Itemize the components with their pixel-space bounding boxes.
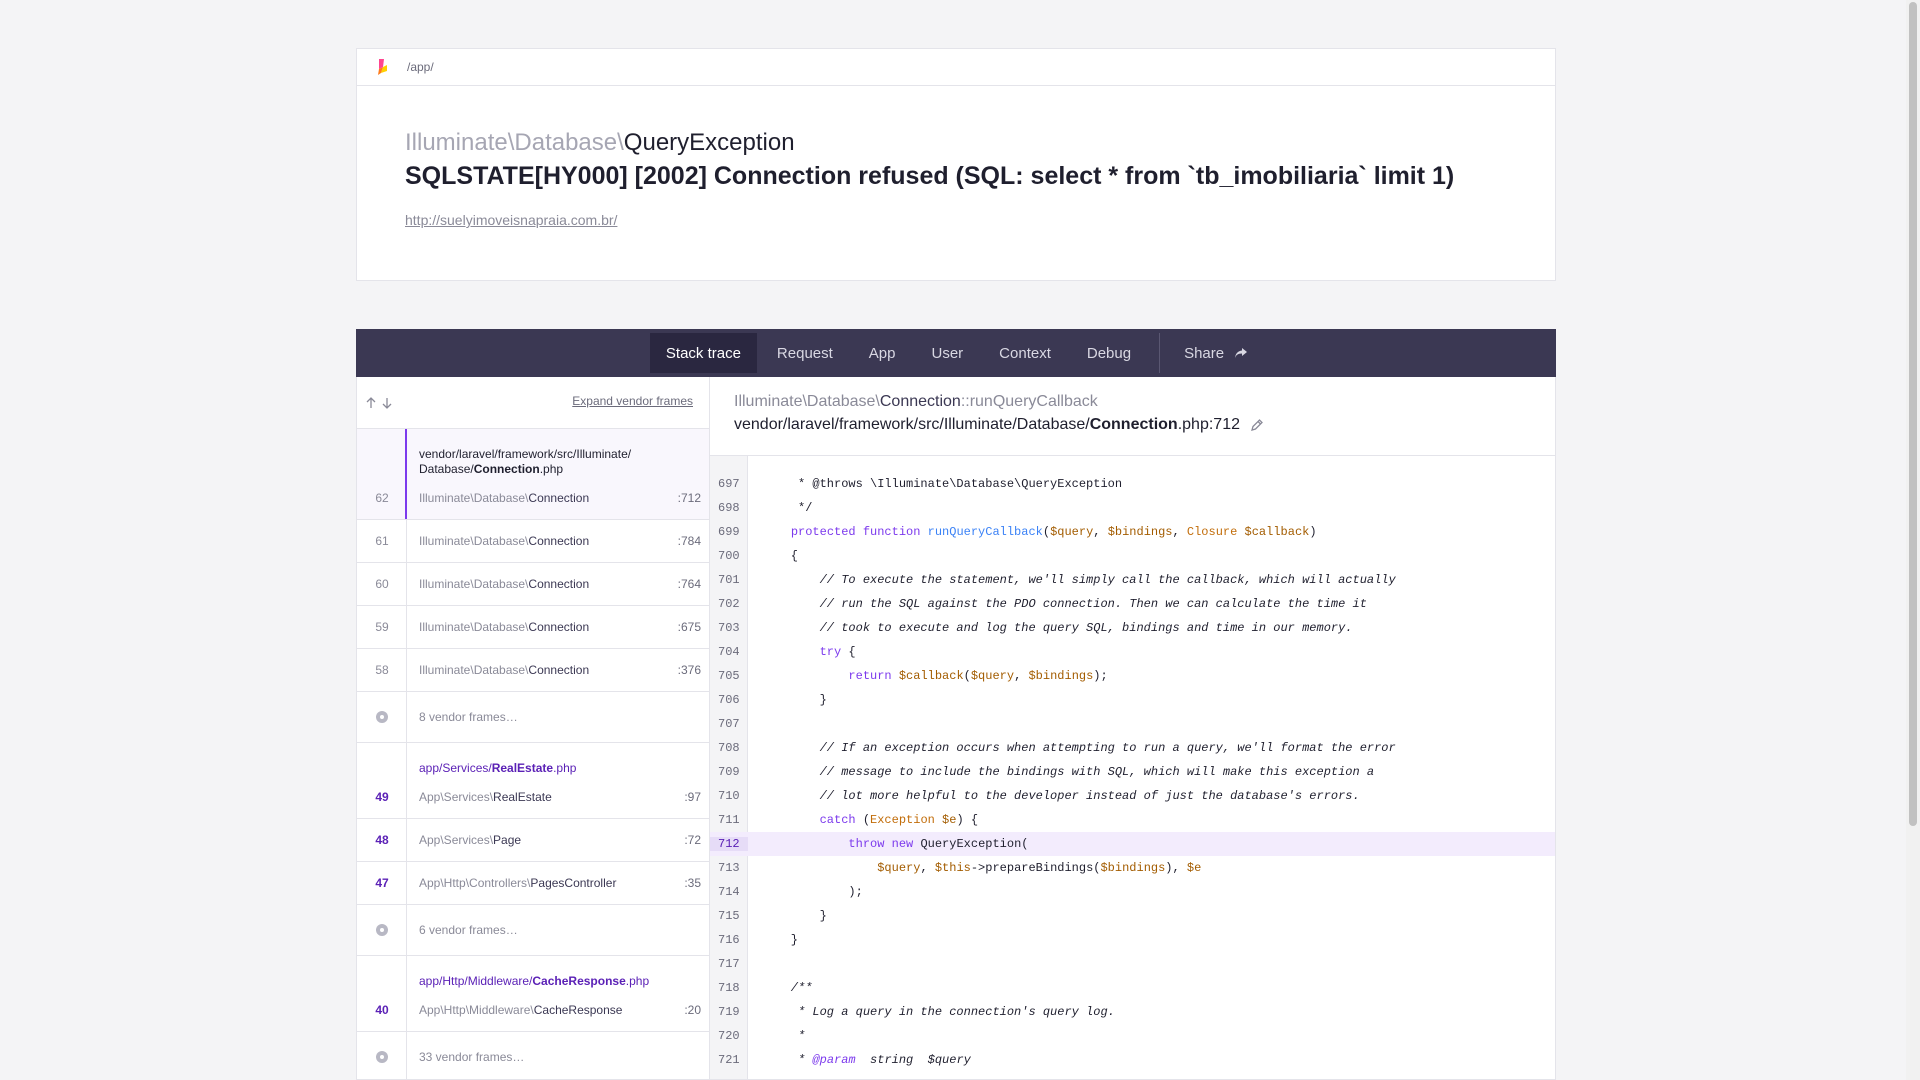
code-line[interactable]: 700 { <box>710 544 1555 568</box>
exception-message: SQLSTATE[HY000] [2002] Connection refuse… <box>405 162 1455 190</box>
frame-file-title: vendor/laravel/framework/src/Illuminate/… <box>419 447 632 476</box>
frame-group-connection[interactable]: vendor/laravel/framework/src/Illuminate/… <box>357 429 709 520</box>
app-path: /app/ <box>407 60 434 74</box>
tab-context[interactable]: Context <box>983 333 1067 373</box>
frames-list: Expand vendor frames vendor/laravel/fram… <box>357 377 710 1079</box>
arrow-up-icon[interactable] <box>365 396 377 409</box>
frames-header: Expand vendor frames <box>357 377 709 429</box>
vendor-frames-label: 6 vendor frames… <box>419 923 518 937</box>
frame-group-realestate[interactable]: app/Services/RealEstate.php 49 App\Servic… <box>357 743 709 819</box>
expand-vendor-frames-button[interactable]: Expand vendor frames <box>572 394 693 408</box>
code-line[interactable]: 718 /** <box>710 976 1555 1000</box>
frame-signature: Illuminate\Database\Connection::runQuery… <box>734 393 1098 410</box>
exception-class: Illuminate\Database\QueryException <box>405 129 795 156</box>
code-snippet: 697 * @throws \Illuminate\Database\Query… <box>710 456 1555 1079</box>
frame-row[interactable]: 48 App\Services\Page:72 <box>357 819 709 861</box>
frame-group[interactable]: 47 App\Http\Controllers\PagesController:3… <box>357 862 709 905</box>
frame-file-title: app/Http/Middleware/CacheResponse.php <box>419 974 650 988</box>
vendor-dot-icon <box>376 1051 388 1063</box>
share-button[interactable]: Share <box>1168 345 1264 362</box>
code-line[interactable]: 707 <box>710 712 1555 736</box>
code-line[interactable]: 701 // To execute the statement, we'll s… <box>710 568 1555 592</box>
code-line[interactable]: 713 $query, $this->prepareBindings($bind… <box>710 856 1555 880</box>
frame-group[interactable]: 60 Illuminate\Database\Connection:764 <box>357 563 709 606</box>
code-line[interactable]: 716 } <box>710 928 1555 952</box>
code-pane: Illuminate\Database\Connection::runQuery… <box>710 377 1555 1079</box>
pencil-icon[interactable] <box>1250 418 1264 432</box>
frame-row[interactable]: 59 Illuminate\Database\Connection:675 <box>357 606 709 648</box>
frame-file-path: vendor/laravel/framework/src/Illuminate/… <box>734 416 1531 434</box>
code-line[interactable]: 698 */ <box>710 496 1555 520</box>
code-line[interactable]: 719 * Log a query in the connection's qu… <box>710 1000 1555 1024</box>
code-line[interactable]: 703 // took to execute and log the query… <box>710 616 1555 640</box>
frame-row[interactable]: 62 Illuminate\Database\Connection:712 <box>357 477 709 519</box>
frame-row[interactable]: 47 App\Http\Controllers\PagesController:3… <box>357 862 709 904</box>
code-line[interactable]: 721 * @param string $query <box>710 1048 1555 1072</box>
code-line[interactable]: 705 return $callback($query, $bindings); <box>710 664 1555 688</box>
vendor-dot-icon <box>376 711 388 723</box>
header-topbar: /app/ <box>357 49 1555 86</box>
tab-request[interactable]: Request <box>761 333 849 373</box>
frame-group-cacheresponse[interactable]: app/Http/Middleware/CacheResponse.php 40… <box>357 956 709 1032</box>
stack-trace-panel: Expand vendor frames vendor/laravel/fram… <box>356 377 1556 1080</box>
frame-row[interactable]: 60 Illuminate\Database\Connection:764 <box>357 563 709 605</box>
frame-group[interactable]: 58 Illuminate\Database\Connection:376 <box>357 649 709 692</box>
code-line[interactable]: 704 try { <box>710 640 1555 664</box>
vendor-dot-icon <box>376 924 388 936</box>
arrow-down-icon[interactable] <box>381 397 393 409</box>
code-line[interactable]: 702 // run the SQL against the PDO conne… <box>710 592 1555 616</box>
tab-nav: Stack trace Request App User Context Deb… <box>356 329 1556 377</box>
share-label: Share <box>1184 344 1225 362</box>
code-line[interactable]: 720 * <box>710 1024 1555 1048</box>
frame-row[interactable]: 40 App\Http\Middleware\CacheResponse:20 <box>357 989 709 1031</box>
code-line[interactable]: 717 <box>710 952 1555 976</box>
code-line[interactable]: 710 // lot more helpful to the developer… <box>710 784 1555 808</box>
vendor-frames-collapsed[interactable]: 6 vendor frames… <box>357 905 709 956</box>
frame-row[interactable]: 58 Illuminate\Database\Connection:376 <box>357 649 709 691</box>
vendor-frames-collapsed[interactable]: 33 vendor frames… <box>357 1032 709 1079</box>
code-line[interactable]: 708 // If an exception occurs when attem… <box>710 736 1555 760</box>
code-line[interactable]: 709 // message to include the bindings w… <box>710 760 1555 784</box>
share-icon <box>1235 348 1248 358</box>
code-line[interactable]: 697 * @throws \Illuminate\Database\Query… <box>710 472 1555 496</box>
request-url-link[interactable]: http://suelyimoveisnapraia.com.br/ <box>405 212 617 228</box>
tab-stack-trace[interactable]: Stack trace <box>649 333 757 373</box>
code-line[interactable]: 722 <box>710 1072 1555 1079</box>
code-line[interactable]: 714 ); <box>710 880 1555 904</box>
frame-row[interactable]: 49 App\Services\RealEstate:97 <box>357 776 709 818</box>
code-line[interactable]: 715 } <box>710 904 1555 928</box>
code-line[interactable]: 711 catch (Exception $e) { <box>710 808 1555 832</box>
vendor-frames-collapsed[interactable]: 8 vendor frames… <box>357 692 709 743</box>
tab-app[interactable]: App <box>853 333 912 373</box>
tab-debug[interactable]: Debug <box>1071 333 1147 373</box>
tab-user[interactable]: User <box>916 333 980 373</box>
frame-file-title: app/Services/RealEstate.php <box>419 761 577 775</box>
ignition-logo-icon <box>378 59 387 75</box>
error-header-card: /app/ Illuminate\Database\QueryException… <box>356 48 1556 281</box>
vendor-frames-label: 33 vendor frames… <box>419 1050 525 1064</box>
scrollbar-thumb[interactable] <box>1909 2 1917 826</box>
code-line[interactable]: 706 } <box>710 688 1555 712</box>
code-line[interactable]: 699 protected function runQueryCallback(… <box>710 520 1555 544</box>
vendor-frames-label: 8 vendor frames… <box>419 710 518 724</box>
frame-group[interactable]: 48 App\Services\Page:72 <box>357 819 709 862</box>
code-line-highlighted[interactable]: 712 throw new QueryException( <box>710 832 1555 856</box>
frame-row[interactable]: 61 Illuminate\Database\Connection:784 <box>357 520 709 562</box>
nav-divider <box>1159 333 1161 373</box>
frame-group[interactable]: 61 Illuminate\Database\Connection:784 <box>357 520 709 563</box>
code-header: Illuminate\Database\Connection::runQuery… <box>710 377 1555 456</box>
page-scrollbar[interactable] <box>1906 0 1920 1080</box>
frame-group[interactable]: 59 Illuminate\Database\Connection:675 <box>357 606 709 649</box>
